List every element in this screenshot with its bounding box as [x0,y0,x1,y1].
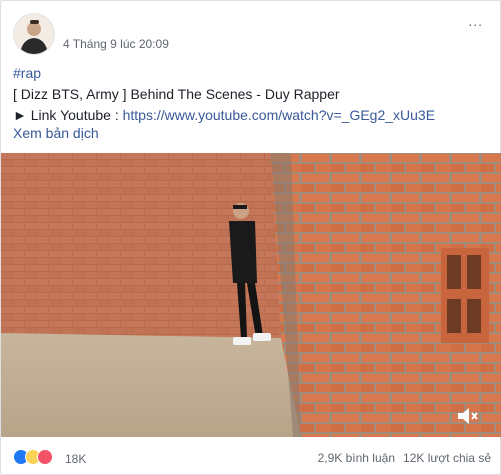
hashtag-link[interactable]: #rap [13,63,483,84]
author-avatar[interactable] [13,13,55,55]
reaction-count[interactable]: 18K [65,452,86,466]
post-timestamp[interactable]: 4 Tháng 9 lúc 20:09 [63,37,169,51]
post-footer: 18K 2,9K bình luận 12K lượt chia sẻ [13,445,491,471]
speaker-muted-icon[interactable] [454,403,480,429]
video-frame [1,153,501,437]
post-title-line: [ Dizz BTS, Army ] Behind The Scenes - D… [13,86,340,102]
avatar-image [14,14,54,54]
shares-count[interactable]: 12K lượt chia sẻ [403,451,491,465]
post-text: #rap [ Dizz BTS, Army ] Behind The Scene… [13,63,483,126]
post-card: 4 Tháng 9 lúc 20:09 ... #rap [ Dizz BTS,… [0,0,501,475]
reaction-summary[interactable]: 18K [13,447,86,467]
post-header: 4 Tháng 9 lúc 20:09 ... [13,13,483,55]
youtube-link[interactable]: https://www.youtube.com/watch?v=_GEg2_xU… [123,107,435,123]
post-link-line: ► Link Youtube : https://www.youtube.com… [13,105,483,126]
love-reaction-icon [37,449,53,465]
link-prefix: ► Link Youtube : [13,107,123,123]
comments-count[interactable]: 2,9K bình luận [318,451,395,465]
more-options-icon[interactable]: ... [468,13,483,29]
video-player[interactable] [1,153,501,437]
see-translation-link[interactable]: Xem bản dịch [13,125,99,141]
